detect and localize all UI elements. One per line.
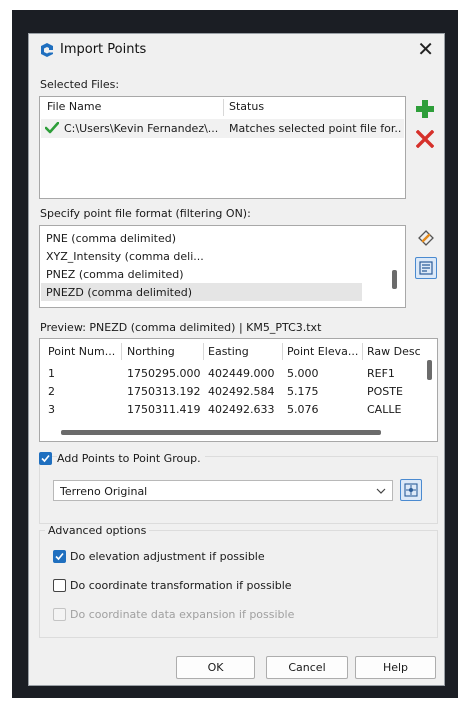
raw-desc-cell: POSTE xyxy=(367,385,403,398)
ok-button[interactable]: OK xyxy=(176,656,255,679)
point-number-cell: 3 xyxy=(48,403,55,416)
point-group-dropdown[interactable]: Terreno Original xyxy=(53,480,393,501)
pencil-diamond-icon xyxy=(418,230,434,246)
title-bar: Import Points ✕ xyxy=(29,34,444,66)
coordinate-data-expansion-label: Do coordinate data expansion if possible xyxy=(70,608,295,621)
northing-cell: 1750295.000 xyxy=(127,367,201,380)
column-header-point-elevation[interactable]: Point Eleva... xyxy=(287,342,361,362)
raw-desc-cell: CALLE xyxy=(367,403,402,416)
add-file-button[interactable] xyxy=(414,98,436,120)
point-number-cell: 1 xyxy=(48,367,55,380)
elevation-cell: 5.175 xyxy=(287,385,319,398)
format-item-pne[interactable]: PNE (comma delimited) xyxy=(46,232,176,245)
easting-cell: 402492.633 xyxy=(208,403,275,416)
table-row[interactable]: 1 1750295.000 402449.000 5.000 REF1 xyxy=(40,367,425,384)
easting-cell: 402449.000 xyxy=(208,367,275,380)
format-settings-button[interactable] xyxy=(415,227,437,249)
preview-label: Preview: PNEZD (comma delimited) | KM5_P… xyxy=(40,321,322,334)
format-list[interactable]: PNE (comma delimited) XYZ_Intensity (com… xyxy=(39,225,406,308)
civil3d-app-icon xyxy=(41,43,53,57)
add-to-point-group-checkbox[interactable] xyxy=(39,452,52,465)
chevron-down-icon xyxy=(376,488,386,494)
column-header-easting[interactable]: Easting xyxy=(208,342,281,362)
point-group-icon xyxy=(404,483,418,497)
point-group-selected-value: Terreno Original xyxy=(60,485,148,498)
advanced-options-label: Advanced options xyxy=(45,524,150,537)
remove-x-icon xyxy=(416,130,434,148)
cancel-button[interactable]: Cancel xyxy=(266,656,348,679)
checkmark-icon xyxy=(41,454,50,463)
coordinate-transformation-label[interactable]: Do coordinate transformation if possible xyxy=(70,579,292,592)
preview-vertical-scrollbar-thumb[interactable] xyxy=(427,360,432,380)
elevation-cell: 5.076 xyxy=(287,403,319,416)
table-row[interactable]: 2 1750313.192 402492.584 5.175 POSTE xyxy=(40,385,425,402)
selected-files-table[interactable]: File Name Status C:\Users\Kevin Fernande… xyxy=(39,96,406,199)
elevation-adjustment-label[interactable]: Do elevation adjustment if possible xyxy=(70,550,265,563)
plus-icon xyxy=(416,100,434,118)
selected-files-label: Selected Files: xyxy=(40,78,120,91)
raw-desc-cell: REF1 xyxy=(367,367,395,380)
add-to-point-group-label[interactable]: Add Points to Point Group. xyxy=(57,452,205,465)
coordinate-data-expansion-checkbox xyxy=(53,608,66,621)
column-header-raw-desc[interactable]: Raw Desc xyxy=(367,342,423,362)
checkmark-icon xyxy=(55,552,64,561)
easting-cell: 402492.584 xyxy=(208,385,275,398)
format-item-pnez[interactable]: PNEZ (comma delimited) xyxy=(46,268,184,281)
checkmark-icon xyxy=(45,122,59,134)
format-item-xyz-intensity[interactable]: XYZ_Intensity (comma deli... xyxy=(46,250,204,263)
coordinate-transformation-checkbox[interactable] xyxy=(53,579,66,592)
northing-cell: 1750313.192 xyxy=(127,385,201,398)
elevation-adjustment-checkbox[interactable] xyxy=(53,550,66,563)
column-separator xyxy=(203,343,204,360)
column-separator xyxy=(223,99,224,116)
dialog-title: Import Points xyxy=(60,42,147,57)
format-label: Specify point file format (filtering ON)… xyxy=(40,207,251,220)
column-header-point-number[interactable]: Point Num... xyxy=(48,342,120,362)
format-manager-button[interactable] xyxy=(415,257,437,279)
import-points-dialog: Import Points ✕ Selected Files: File Nam… xyxy=(28,33,445,686)
table-row[interactable]: C:\Users\Kevin Fernandez\... Matches sel… xyxy=(41,119,404,138)
preview-table[interactable]: Point Num... Northing Easting Point Elev… xyxy=(39,338,438,442)
point-group-create-button[interactable] xyxy=(400,479,422,501)
preview-horizontal-scrollbar-thumb[interactable] xyxy=(61,430,381,435)
format-item-pnezd-selected[interactable]: PNEZD (comma delimited) xyxy=(41,283,362,301)
format-manager-icon xyxy=(419,261,433,275)
status-cell: Matches selected point file for... xyxy=(229,122,401,135)
elevation-cell: 5.000 xyxy=(287,367,319,380)
file-name-cell: C:\Users\Kevin Fernandez\... xyxy=(64,122,219,135)
format-list-scrollbar-thumb[interactable] xyxy=(392,270,397,289)
point-number-cell: 2 xyxy=(48,385,55,398)
column-separator xyxy=(282,343,283,360)
column-header-northing[interactable]: Northing xyxy=(127,342,202,362)
column-separator xyxy=(121,343,122,360)
remove-file-button[interactable] xyxy=(414,128,436,150)
column-separator xyxy=(362,343,363,360)
column-header-file-name[interactable]: File Name xyxy=(47,97,222,117)
column-header-status[interactable]: Status xyxy=(229,97,399,117)
close-icon[interactable]: ✕ xyxy=(417,38,434,60)
table-row[interactable]: 3 1750311.419 402492.633 5.076 CALLE xyxy=(40,403,425,420)
help-button[interactable]: Help xyxy=(355,656,436,679)
northing-cell: 1750311.419 xyxy=(127,403,201,416)
